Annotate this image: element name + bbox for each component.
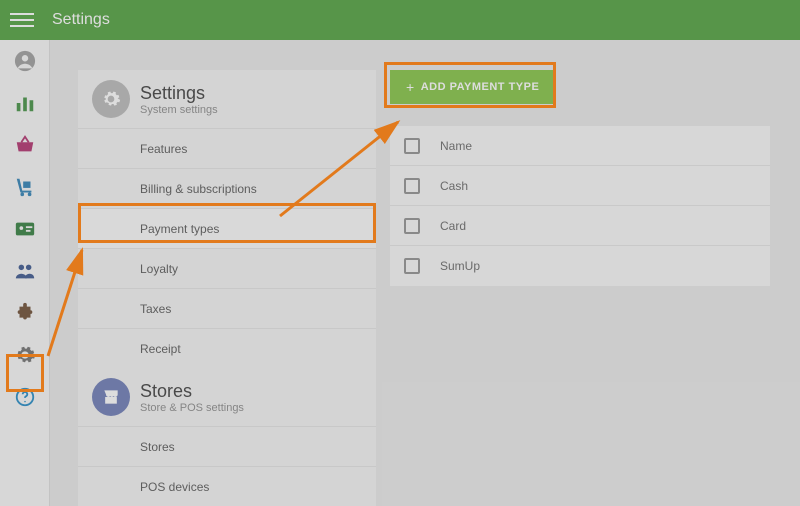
settings-panel: Settings System settings Features Billin… — [78, 70, 376, 506]
plus-icon: + — [406, 79, 415, 95]
gear-icon[interactable] — [14, 344, 36, 366]
help-icon[interactable] — [14, 386, 36, 408]
row-label: SumUp — [440, 259, 480, 273]
add-button-label: ADD PAYMENT TYPE — [421, 81, 540, 93]
payment-types-panel: + ADD PAYMENT TYPE Name Cash Card SumUp — [390, 70, 770, 286]
chart-icon[interactable] — [14, 92, 36, 114]
settings-subtitle: System settings — [140, 104, 218, 116]
main-area: Settings System settings Features Billin… — [50, 40, 800, 506]
row-checkbox[interactable] — [404, 258, 420, 274]
payment-types-list: Name Cash Card SumUp — [390, 126, 770, 286]
row-checkbox[interactable] — [404, 178, 420, 194]
menu-icon[interactable] — [10, 8, 34, 32]
row-label: Cash — [440, 179, 468, 193]
people-icon[interactable] — [14, 260, 36, 282]
basket-icon[interactable] — [14, 134, 36, 156]
stores-subtitle: Store & POS settings — [140, 402, 244, 414]
settings-item-loyalty[interactable]: Loyalty — [78, 248, 376, 288]
stores-header: Stores Store & POS settings — [78, 368, 376, 426]
settings-item-billing[interactable]: Billing & subscriptions — [78, 168, 376, 208]
list-header-row: Name — [390, 126, 770, 166]
account-icon[interactable] — [14, 50, 36, 72]
page-title: Settings — [52, 11, 110, 29]
settings-item-receipt[interactable]: Receipt — [78, 328, 376, 368]
app-bar: Settings — [0, 0, 800, 40]
gear-circle-icon — [92, 80, 130, 118]
settings-header: Settings System settings — [78, 70, 376, 128]
stores-title: Stores — [140, 381, 244, 402]
stores-item-stores[interactable]: Stores — [78, 426, 376, 466]
settings-item-taxes[interactable]: Taxes — [78, 288, 376, 328]
settings-item-payment-types[interactable]: Payment types — [78, 208, 376, 248]
select-all-checkbox[interactable] — [404, 138, 420, 154]
left-rail — [0, 40, 50, 506]
add-payment-type-button[interactable]: + ADD PAYMENT TYPE — [390, 70, 555, 104]
store-circle-icon — [92, 378, 130, 416]
list-row-sumup[interactable]: SumUp — [390, 246, 770, 286]
stores-item-pos[interactable]: POS devices — [78, 466, 376, 506]
settings-title: Settings — [140, 83, 218, 104]
extension-icon[interactable] — [14, 302, 36, 324]
row-checkbox[interactable] — [404, 218, 420, 234]
list-row-card[interactable]: Card — [390, 206, 770, 246]
column-header-name: Name — [440, 139, 472, 153]
settings-item-features[interactable]: Features — [78, 128, 376, 168]
id-card-icon[interactable] — [14, 218, 36, 240]
list-row-cash[interactable]: Cash — [390, 166, 770, 206]
dolly-icon[interactable] — [14, 176, 36, 198]
row-label: Card — [440, 219, 466, 233]
